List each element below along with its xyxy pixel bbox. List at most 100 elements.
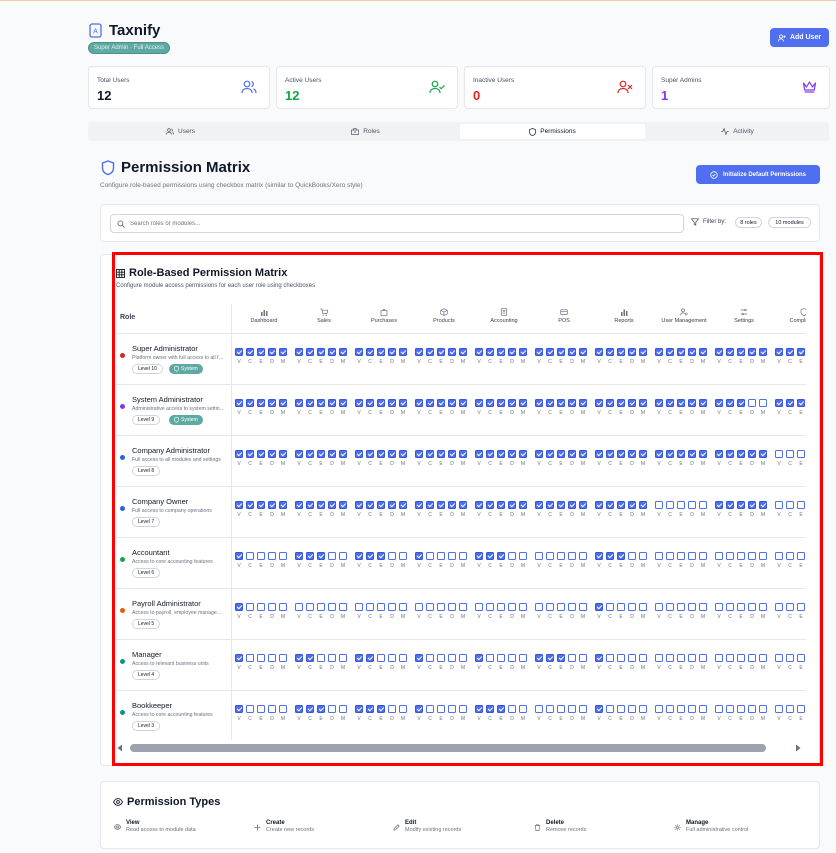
permission-checkbox[interactable] — [306, 603, 314, 611]
permission-checkbox[interactable] — [339, 399, 347, 407]
permission-checkbox[interactable] — [639, 501, 647, 509]
permission-checkbox[interactable] — [246, 501, 254, 509]
permission-checkbox[interactable] — [459, 501, 467, 509]
permission-checkbox[interactable] — [579, 705, 587, 713]
permission-checkbox[interactable] — [377, 501, 385, 509]
permission-checkbox[interactable] — [595, 552, 603, 560]
permission-checkbox[interactable] — [257, 450, 265, 458]
permission-checkbox[interactable] — [448, 501, 456, 509]
permission-checkbox[interactable] — [639, 552, 647, 560]
permission-checkbox[interactable] — [617, 348, 625, 356]
permission-checkbox[interactable] — [366, 654, 374, 662]
permission-checkbox[interactable] — [617, 501, 625, 509]
permission-checkbox[interactable] — [759, 450, 767, 458]
permission-checkbox[interactable] — [366, 705, 374, 713]
permission-checkbox[interactable] — [426, 654, 434, 662]
permission-checkbox[interactable] — [677, 348, 685, 356]
permission-checkbox[interactable] — [726, 501, 734, 509]
permission-checkbox[interactable] — [235, 552, 243, 560]
permission-checkbox[interactable] — [279, 552, 287, 560]
permission-checkbox[interactable] — [748, 603, 756, 611]
permission-checkbox[interactable] — [257, 501, 265, 509]
permission-checkbox[interactable] — [497, 450, 505, 458]
permission-checkbox[interactable] — [737, 603, 745, 611]
permission-checkbox[interactable] — [759, 501, 767, 509]
permission-checkbox[interactable] — [339, 501, 347, 509]
permission-checkbox[interactable] — [737, 501, 745, 509]
permission-checkbox[interactable] — [339, 705, 347, 713]
permission-checkbox[interactable] — [666, 501, 674, 509]
permission-checkbox[interactable] — [797, 348, 805, 356]
permission-checkbox[interactable] — [339, 348, 347, 356]
permission-checkbox[interactable] — [426, 348, 434, 356]
permission-checkbox[interactable] — [595, 399, 603, 407]
permission-checkbox[interactable] — [557, 654, 565, 662]
permission-checkbox[interactable] — [677, 450, 685, 458]
initialize-default-permissions-button[interactable]: Initialize Default Permissions — [696, 165, 820, 184]
permission-checkbox[interactable] — [726, 654, 734, 662]
permission-checkbox[interactable] — [377, 450, 385, 458]
permission-checkbox[interactable] — [715, 348, 723, 356]
permission-checkbox[interactable] — [388, 603, 396, 611]
permission-checkbox[interactable] — [699, 654, 707, 662]
permission-checkbox[interactable] — [279, 348, 287, 356]
permission-checkbox[interactable] — [595, 654, 603, 662]
permission-checkbox[interactable] — [497, 705, 505, 713]
permission-checkbox[interactable] — [437, 705, 445, 713]
permission-checkbox[interactable] — [579, 603, 587, 611]
permission-checkbox[interactable] — [786, 603, 794, 611]
permission-checkbox[interactable] — [399, 654, 407, 662]
permission-checkbox[interactable] — [737, 399, 745, 407]
permission-checkbox[interactable] — [519, 399, 527, 407]
permission-checkbox[interactable] — [355, 705, 363, 713]
permission-checkbox[interactable] — [579, 348, 587, 356]
permission-checkbox[interactable] — [486, 501, 494, 509]
permission-checkbox[interactable] — [246, 705, 254, 713]
permission-checkbox[interactable] — [355, 654, 363, 662]
permission-checkbox[interactable] — [628, 654, 636, 662]
permission-checkbox[interactable] — [606, 654, 614, 662]
permission-checkbox[interactable] — [688, 654, 696, 662]
permission-checkbox[interactable] — [235, 399, 243, 407]
permission-checkbox[interactable] — [355, 552, 363, 560]
permission-checkbox[interactable] — [328, 348, 336, 356]
permission-checkbox[interactable] — [535, 654, 543, 662]
permission-checkbox[interactable] — [486, 654, 494, 662]
permission-checkbox[interactable] — [557, 705, 565, 713]
permission-checkbox[interactable] — [715, 501, 723, 509]
permission-checkbox[interactable] — [726, 705, 734, 713]
permission-checkbox[interactable] — [655, 705, 663, 713]
permission-checkbox[interactable] — [519, 705, 527, 713]
permission-checkbox[interactable] — [235, 348, 243, 356]
permission-checkbox[interactable] — [628, 399, 636, 407]
permission-checkbox[interactable] — [475, 501, 483, 509]
permission-checkbox[interactable] — [415, 348, 423, 356]
permission-checkbox[interactable] — [688, 501, 696, 509]
permission-checkbox[interactable] — [568, 450, 576, 458]
permission-checkbox[interactable] — [557, 552, 565, 560]
permission-checkbox[interactable] — [306, 501, 314, 509]
permission-checkbox[interactable] — [268, 501, 276, 509]
permission-checkbox[interactable] — [759, 654, 767, 662]
permission-checkbox[interactable] — [797, 399, 805, 407]
permission-checkbox[interactable] — [677, 552, 685, 560]
permission-checkbox[interactable] — [715, 450, 723, 458]
permission-checkbox[interactable] — [715, 654, 723, 662]
permission-checkbox[interactable] — [666, 399, 674, 407]
permission-checkbox[interactable] — [639, 705, 647, 713]
horizontal-scrollbar[interactable] — [116, 742, 806, 754]
permission-checkbox[interactable] — [295, 399, 303, 407]
permission-checkbox[interactable] — [655, 501, 663, 509]
permission-checkbox[interactable] — [355, 399, 363, 407]
permission-checkbox[interactable] — [557, 348, 565, 356]
permission-checkbox[interactable] — [437, 654, 445, 662]
permission-checkbox[interactable] — [775, 348, 783, 356]
permission-checkbox[interactable] — [546, 348, 554, 356]
permission-checkbox[interactable] — [388, 450, 396, 458]
permission-checkbox[interactable] — [568, 654, 576, 662]
permission-checkbox[interactable] — [535, 501, 543, 509]
permission-checkbox[interactable] — [666, 603, 674, 611]
permission-checkbox[interactable] — [666, 705, 674, 713]
permission-checkbox[interactable] — [399, 501, 407, 509]
permission-checkbox[interactable] — [797, 501, 805, 509]
